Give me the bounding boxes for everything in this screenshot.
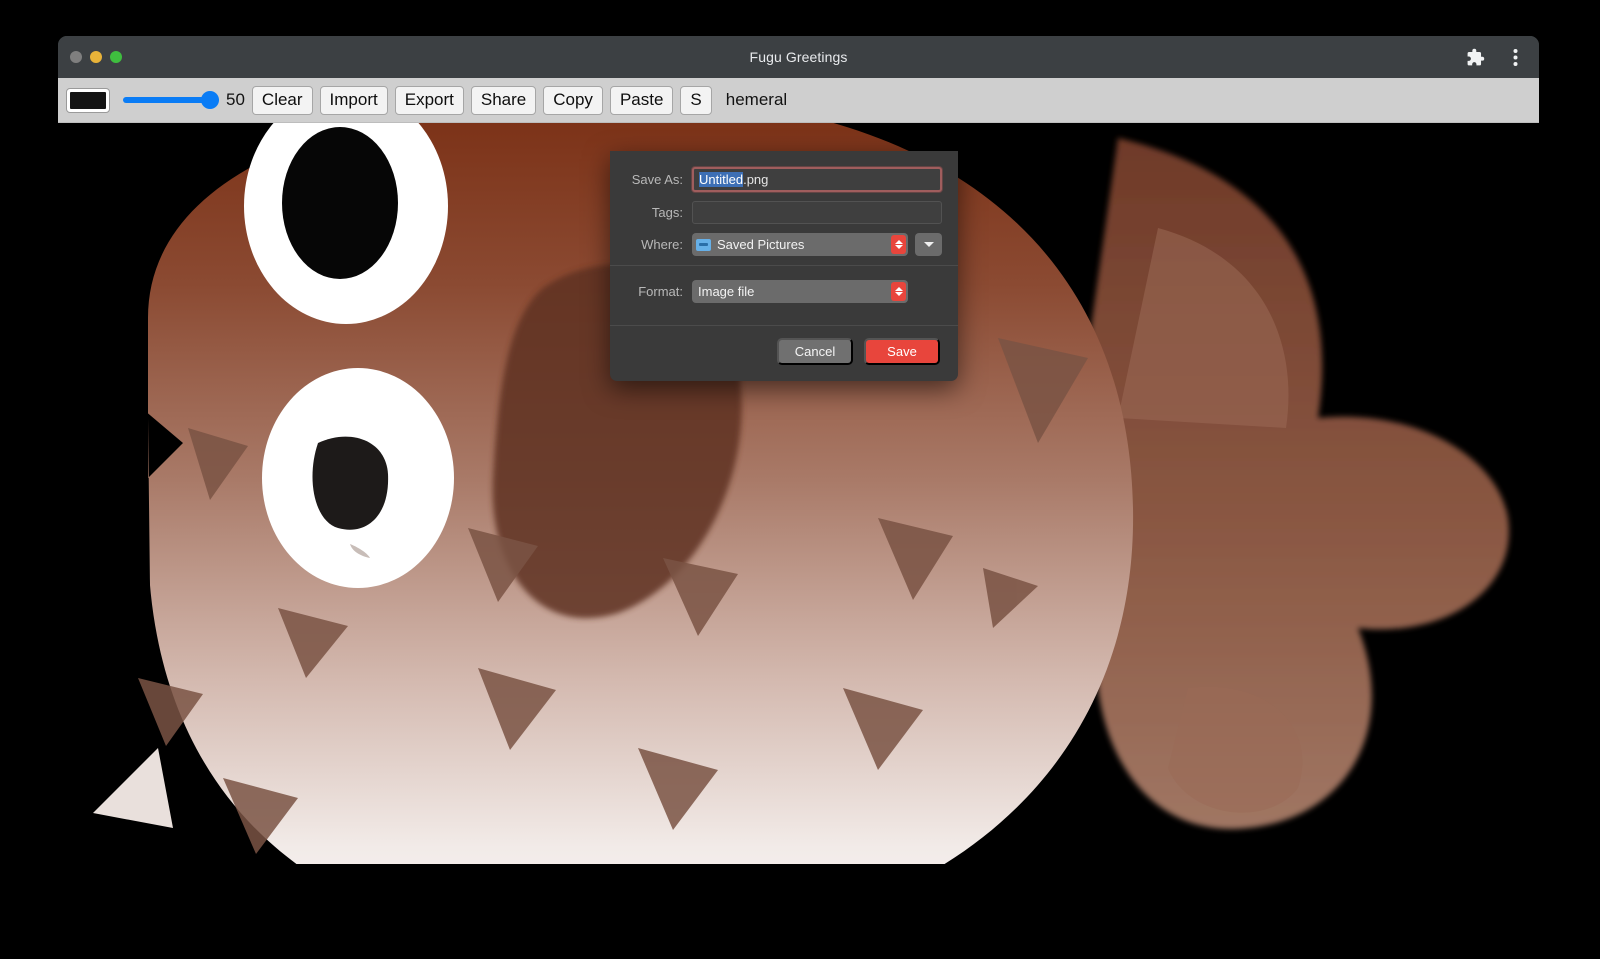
format-label: Format: <box>626 284 692 299</box>
save-file-dialog: Save As: Untitled.png Tags: Where: Saved… <box>610 151 958 381</box>
format-value-text: Image file <box>696 284 754 299</box>
copy-button[interactable]: Copy <box>543 86 603 115</box>
where-label: Where: <box>626 237 692 252</box>
chevron-down-icon <box>924 242 934 247</box>
save-as-selected-text: Untitled <box>699 172 743 187</box>
cancel-button[interactable]: Cancel <box>777 338 853 365</box>
format-select[interactable]: Image file <box>692 280 908 303</box>
save-as-label: Save As: <box>626 172 692 187</box>
three-dot-menu-icon[interactable] <box>1505 47 1525 67</box>
window-title: Fugu Greetings <box>58 36 1539 78</box>
maximize-window-button[interactable] <box>110 51 122 63</box>
save-toolbar-button[interactable]: S <box>680 86 711 115</box>
titlebar-right-controls <box>1465 36 1525 78</box>
format-section: Format: Image file <box>610 266 958 316</box>
tags-row: Tags: <box>610 201 958 224</box>
save-button[interactable]: Save <box>864 338 940 365</box>
tags-label: Tags: <box>626 205 692 220</box>
where-row: Where: Saved Pictures <box>610 233 958 256</box>
export-button[interactable]: Export <box>395 86 464 115</box>
brush-size-slider[interactable] <box>123 91 219 109</box>
desktop-backdrop: Fugu Greetings <box>0 0 1600 959</box>
folder-icon <box>696 239 711 251</box>
minimize-window-button[interactable] <box>90 51 102 63</box>
share-button[interactable]: Share <box>471 86 536 115</box>
drawing-canvas[interactable]: Save As: Untitled.png Tags: Where: Saved… <box>58 123 1539 864</box>
clear-button[interactable]: Clear <box>252 86 313 115</box>
app-toolbar: 50 Clear Import Export Share Copy Paste … <box>58 78 1539 123</box>
where-value-text: Saved Pictures <box>717 237 804 252</box>
paste-button[interactable]: Paste <box>610 86 673 115</box>
save-as-row: Save As: Untitled.png <box>610 167 958 192</box>
where-location-select[interactable]: Saved Pictures <box>692 233 908 256</box>
dialog-footer: Cancel Save <box>610 326 958 381</box>
close-window-button[interactable] <box>70 51 82 63</box>
slider-thumb[interactable] <box>201 91 219 109</box>
puzzle-piece-icon[interactable] <box>1465 47 1485 67</box>
where-stepper-icon[interactable] <box>891 235 906 254</box>
traffic-light-controls <box>70 36 122 78</box>
color-picker-swatch[interactable] <box>66 88 110 113</box>
save-as-input[interactable]: Untitled.png <box>692 167 942 192</box>
save-as-extension-text: .png <box>743 172 768 187</box>
title-bar: Fugu Greetings <box>58 36 1539 78</box>
format-stepper-icon[interactable] <box>891 282 906 301</box>
import-button[interactable]: Import <box>320 86 388 115</box>
brush-size-slider-group: 50 <box>123 90 245 110</box>
expand-browser-button[interactable] <box>915 233 942 256</box>
tags-input[interactable] <box>692 201 942 224</box>
format-row: Format: Image file <box>610 280 958 303</box>
slider-value-label: 50 <box>226 90 245 110</box>
app-window: Fugu Greetings <box>58 36 1539 864</box>
ephemeral-label: hemeral <box>726 90 787 110</box>
